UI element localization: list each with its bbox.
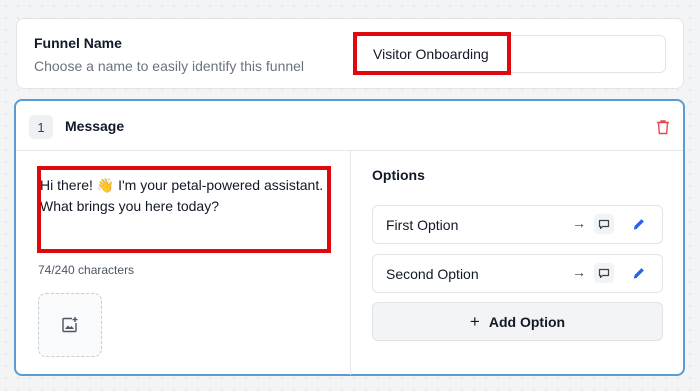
add-option-label: Add Option: [488, 313, 566, 330]
arrow-right-icon: →: [572, 264, 586, 280]
plus-icon: +: [469, 312, 480, 331]
arrow-right-icon: →: [572, 215, 586, 231]
funnel-name-card: Funnel Name Choose a name to easily iden…: [16, 18, 684, 89]
funnel-name-description: Choose a name to easily identify this fu…: [34, 58, 305, 74]
message-step-header: 1 Message: [16, 101, 683, 151]
pencil-icon[interactable]: [632, 266, 646, 280]
option-label: Second Option: [386, 266, 479, 282]
funnel-name-label: Funnel Name: [34, 35, 122, 51]
options-title: Options: [372, 167, 425, 183]
column-divider: [350, 151, 351, 375]
character-count: 74/240 characters: [38, 263, 135, 277]
message-step-card: 1 Message Hi there! 👋 I'm your petal-pow…: [14, 99, 685, 376]
step-number-badge: 1: [29, 115, 53, 139]
funnel-name-input[interactable]: [355, 35, 666, 73]
option-row[interactable]: First Option →: [372, 205, 663, 244]
message-step-title: Message: [65, 118, 125, 134]
image-add-icon: [62, 317, 78, 333]
add-option-button[interactable]: + Add Option: [372, 302, 663, 341]
chat-bubble-icon[interactable]: [594, 214, 614, 234]
image-upload-button[interactable]: [38, 293, 102, 357]
option-row[interactable]: Second Option →: [372, 254, 663, 293]
pencil-icon[interactable]: [632, 217, 646, 231]
trash-icon[interactable]: [656, 119, 670, 135]
chat-bubble-icon[interactable]: [594, 263, 614, 283]
option-label: First Option: [386, 217, 459, 233]
message-text-area[interactable]: Hi there! 👋 I'm your petal-powered assis…: [40, 175, 325, 217]
